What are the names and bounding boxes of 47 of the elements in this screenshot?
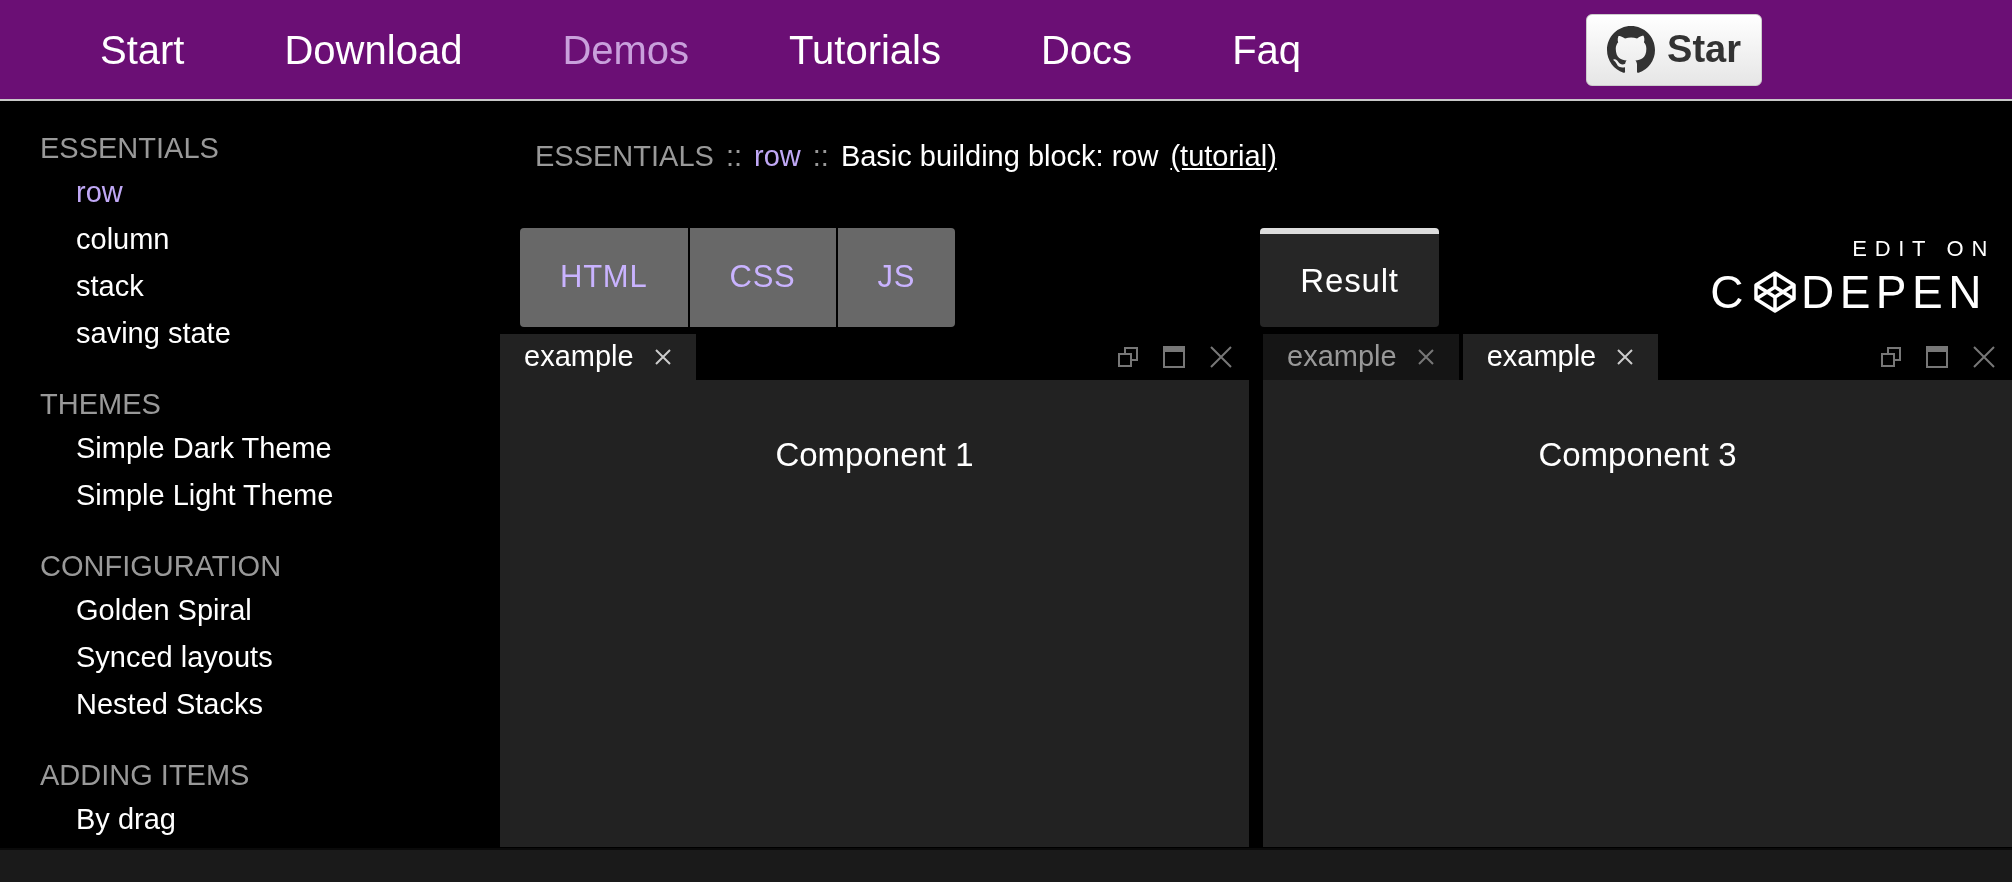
component-title: Component 1	[775, 435, 974, 475]
edit-on-caption: EDIT ON	[1852, 235, 1995, 263]
pane-tab[interactable]: example	[1263, 334, 1459, 380]
maximize-icon[interactable]	[1163, 346, 1185, 368]
sidebar-heading: ADDING ITEMS	[40, 758, 251, 793]
pane-tab[interactable]: example	[500, 334, 696, 380]
tutorial-link[interactable]: (tutorial)	[1170, 135, 1277, 179]
breadcrumb-item: row	[754, 139, 801, 174]
sidebar-heading: CONFIGURATION	[40, 549, 283, 584]
sidebar-heading: THEMES	[40, 387, 162, 422]
maximize-icon[interactable]	[1926, 346, 1948, 368]
close-icon[interactable]	[1209, 345, 1233, 369]
close-icon[interactable]	[1972, 345, 1996, 369]
popout-icon[interactable]	[1117, 346, 1139, 368]
nav-link[interactable]: Demos	[562, 19, 690, 80]
nav-link[interactable]: Tutorials	[789, 19, 941, 80]
nav-link[interactable]: Start	[100, 19, 185, 80]
sidebar-item[interactable]: Golden Spiral	[76, 587, 252, 634]
popout-icon[interactable]	[1880, 346, 1902, 368]
sidebar-item[interactable]: saving state	[76, 310, 231, 357]
nav-link[interactable]: Docs	[1041, 19, 1133, 80]
sidebar-item[interactable]: Simple Dark Theme	[76, 425, 332, 472]
nav-link[interactable]: Faq	[1232, 19, 1302, 80]
pane-tab[interactable]: example	[1462, 334, 1659, 380]
star-button[interactable]: Star	[1586, 13, 1762, 86]
breadcrumb-section: ESSENTIALS	[535, 135, 714, 179]
close-icon[interactable]	[653, 348, 672, 366]
result-tab[interactable]: Result	[1260, 228, 1439, 327]
sidebar-item[interactable]: stack	[76, 263, 144, 310]
sidebar-item[interactable]: By drag	[76, 796, 176, 843]
sidebar-item[interactable]: Simple Light Theme	[76, 472, 334, 519]
close-icon[interactable]	[1616, 348, 1635, 366]
sidebar-item[interactable]: column	[76, 216, 170, 263]
breadcrumb-title: Basic building block: row	[840, 139, 1159, 174]
logo-text: DEPEN	[1800, 269, 1987, 315]
logo-text: C	[1710, 269, 1749, 315]
cube-icon	[1752, 270, 1797, 314]
sidebar-heading: ESSENTIALS	[40, 131, 220, 166]
github-icon	[1607, 25, 1656, 74]
close-icon[interactable]	[1416, 348, 1435, 366]
breadcrumb-separator: ::	[725, 139, 743, 174]
breadcrumb-separator: ::	[812, 139, 829, 174]
nav-link[interactable]: Download	[284, 19, 463, 80]
sidebar-item[interactable]: Synced layouts	[76, 634, 273, 681]
component-title: Component 3	[1538, 435, 1737, 475]
sidebar-item[interactable]: Nested Stacks	[76, 681, 263, 728]
sidebar-item[interactable]: row	[76, 169, 123, 216]
